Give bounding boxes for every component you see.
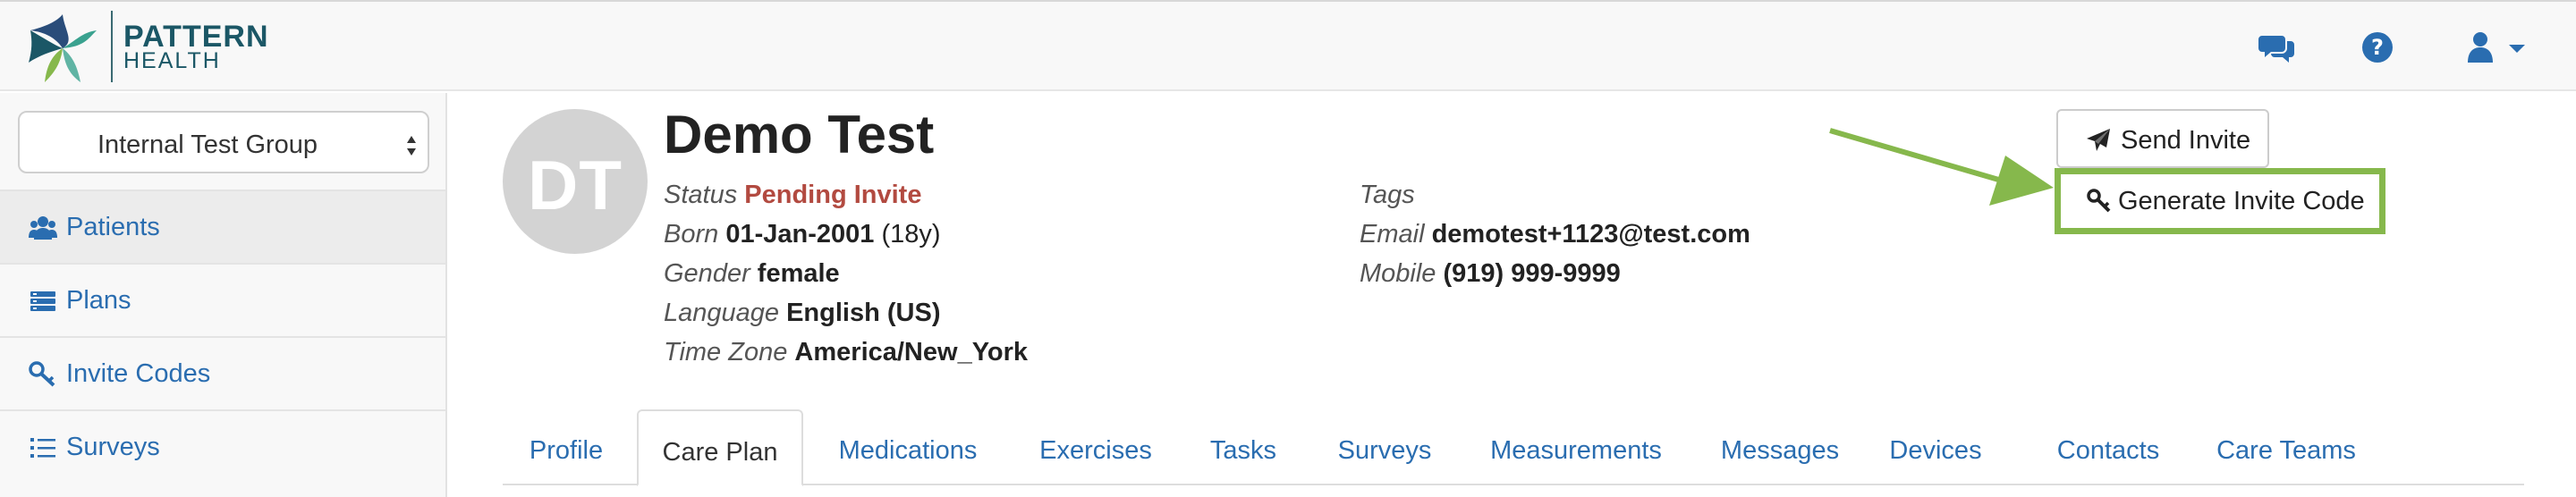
language-value: English (US) — [786, 299, 941, 327]
plans-icon — [30, 291, 55, 311]
sidebar-item-label: Invite Codes — [66, 359, 211, 388]
mobile-field: Mobile (919) 999-9999 — [1360, 261, 1621, 287]
email-field: Email demotest+1123@test.com — [1360, 222, 1750, 248]
help-icon[interactable]: ? — [2359, 29, 2396, 66]
tab-label: Profile — [529, 436, 604, 465]
tab-profile[interactable]: Profile — [503, 420, 630, 484]
email-label: Email — [1360, 220, 1425, 248]
sidebar-item-label: Patients — [66, 213, 160, 241]
mobile-label: Mobile — [1360, 259, 1436, 288]
tab-label: Measurements — [1490, 436, 1662, 465]
tab-care-plan[interactable]: Care Plan — [637, 409, 803, 486]
logo-divider — [111, 11, 113, 82]
gender-field: Gender female — [664, 261, 840, 287]
avatar-initials: DT — [528, 146, 623, 224]
top-navbar: PATTERN HEALTH ? — [0, 0, 2576, 91]
send-invite-label: Send Invite — [2121, 126, 2251, 155]
tab-surveys[interactable]: Surveys — [1324, 420, 1445, 484]
chat-icon[interactable] — [2258, 29, 2296, 66]
timezone-field: Time Zone America/New_York — [664, 340, 1028, 366]
select-arrows-icon — [407, 136, 416, 156]
tab-exercises[interactable]: Exercises — [1020, 420, 1172, 484]
annotation-arrow-icon — [1829, 128, 2054, 206]
tab-medications[interactable]: Medications — [823, 420, 993, 484]
gender-value: female — [757, 259, 840, 288]
group-select[interactable]: Internal Test Group — [18, 111, 429, 173]
language-label: Language — [664, 299, 780, 327]
tab-label: Care Teams — [2216, 436, 2356, 465]
tab-label: Medications — [838, 436, 978, 465]
patient-name: Demo Test — [664, 105, 935, 164]
sidebar-item-label: Plans — [66, 286, 131, 315]
tab-label: Devices — [1889, 436, 1982, 465]
sidebar-item-surveys[interactable]: Surveys — [0, 409, 445, 483]
age-value: (18y) — [881, 220, 941, 248]
email-value: demotest+1123@test.com — [1431, 220, 1750, 248]
paper-plane-icon — [2087, 129, 2110, 151]
users-icon — [29, 216, 57, 240]
tab-messages[interactable]: Messages — [1708, 420, 1852, 484]
tab-label: Tasks — [1209, 436, 1277, 465]
born-label: Born — [664, 220, 719, 248]
sidebar-item-label: Surveys — [66, 433, 160, 461]
language-field: Language English (US) — [664, 300, 940, 326]
status-badge: Pending Invite — [744, 181, 922, 209]
status-field: Status Pending Invite — [664, 182, 921, 208]
brand-name-line2: HEALTH — [123, 48, 221, 73]
tab-devices[interactable]: Devices — [1878, 420, 1993, 484]
tab-tasks[interactable]: Tasks — [1199, 420, 1288, 484]
tab-care-teams[interactable]: Care Teams — [2207, 420, 2365, 484]
tab-label: Contacts — [2056, 436, 2160, 465]
list-icon — [30, 438, 55, 458]
tab-label: Care Plan — [662, 438, 778, 467]
sidebar-item-patients[interactable]: Patients — [0, 190, 445, 263]
brand-name-line1: PATTERN — [123, 20, 269, 54]
group-select-value: Internal Test Group — [97, 131, 318, 159]
tab-label: Messages — [1720, 436, 1840, 465]
user-menu-caret-icon[interactable] — [2509, 45, 2525, 53]
key-icon — [29, 361, 55, 387]
pattern-health-logo-icon[interactable] — [25, 11, 100, 86]
tab-measurements[interactable]: Measurements — [1476, 420, 1676, 484]
sidebar: Internal Test Group Patients Plans Invit… — [0, 93, 447, 497]
born-value: 01-Jan-2001 — [725, 220, 875, 248]
status-label: Status — [664, 181, 738, 209]
gender-label: Gender — [664, 259, 750, 288]
avatar: DT — [503, 109, 648, 254]
send-invite-button[interactable]: Send Invite — [2056, 109, 2269, 168]
svg-text:?: ? — [2371, 35, 2384, 60]
timezone-label: Time Zone — [664, 338, 788, 366]
sidebar-item-invite-codes[interactable]: Invite Codes — [0, 336, 445, 409]
tags-field: Tags — [1360, 182, 1415, 208]
mobile-value: (919) 999-9999 — [1443, 259, 1621, 288]
tab-label: Surveys — [1337, 436, 1432, 465]
tags-label: Tags — [1360, 181, 1415, 209]
tab-label: Exercises — [1039, 436, 1152, 465]
timezone-value: America/New_York — [794, 338, 1029, 366]
sidebar-item-plans[interactable]: Plans — [0, 263, 445, 336]
born-field: Born 01-Jan-2001 (18y) — [664, 222, 941, 248]
user-icon[interactable] — [2462, 29, 2499, 66]
tab-contacts[interactable]: Contacts — [2041, 420, 2175, 484]
highlight-box — [2055, 168, 2385, 234]
